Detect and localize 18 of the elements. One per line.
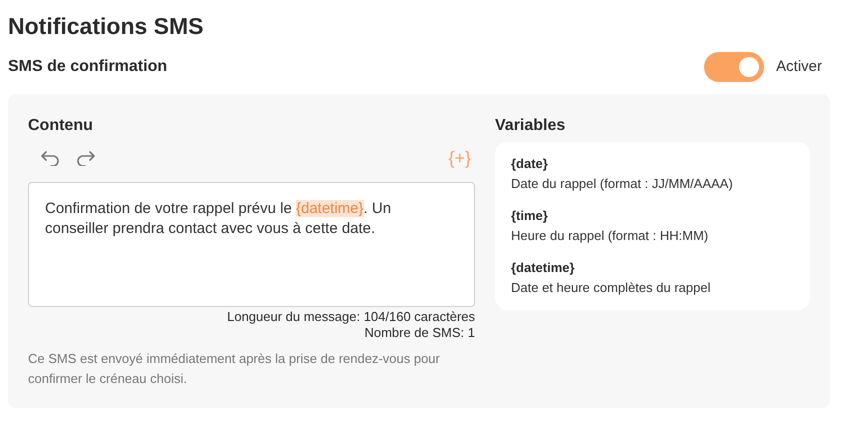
undo-icon[interactable] <box>40 150 60 166</box>
help-text: Ce SMS est envoyé immédiatement après la prise de rendez-vous pour confirmer le créneau choisi. <box>28 350 441 388</box>
variable-name: {time} <box>511 207 549 225</box>
page-title: Notifications SMS <box>8 12 205 40</box>
variable-description: Date et heure complètes du rappel <box>511 279 712 297</box>
section-title: SMS de confirmation <box>8 57 168 77</box>
sms-count: Nombre de SMS: 1 <box>364 325 475 341</box>
variable-name: {datetime} <box>511 259 576 277</box>
toggle-switch[interactable] <box>704 52 764 82</box>
toggle-label: Activer <box>776 56 822 77</box>
variable-name: {date} <box>511 155 549 173</box>
message-length: Longueur du message: 104/160 caractères <box>227 309 475 325</box>
variable-description: Heure du rappel (format : HH:MM) <box>511 227 710 245</box>
content-title: Contenu <box>28 116 94 136</box>
variable-description: Date du rappel (format : JJ/MM/AAAA) <box>511 175 734 193</box>
redo-icon[interactable] <box>76 150 96 166</box>
variables-title: Variables <box>495 116 566 136</box>
message-field[interactable]: Confirmation de votre rappel prévu le {datetime}. Un conseiller prendra contact avec vous à cette date. <box>28 182 475 307</box>
